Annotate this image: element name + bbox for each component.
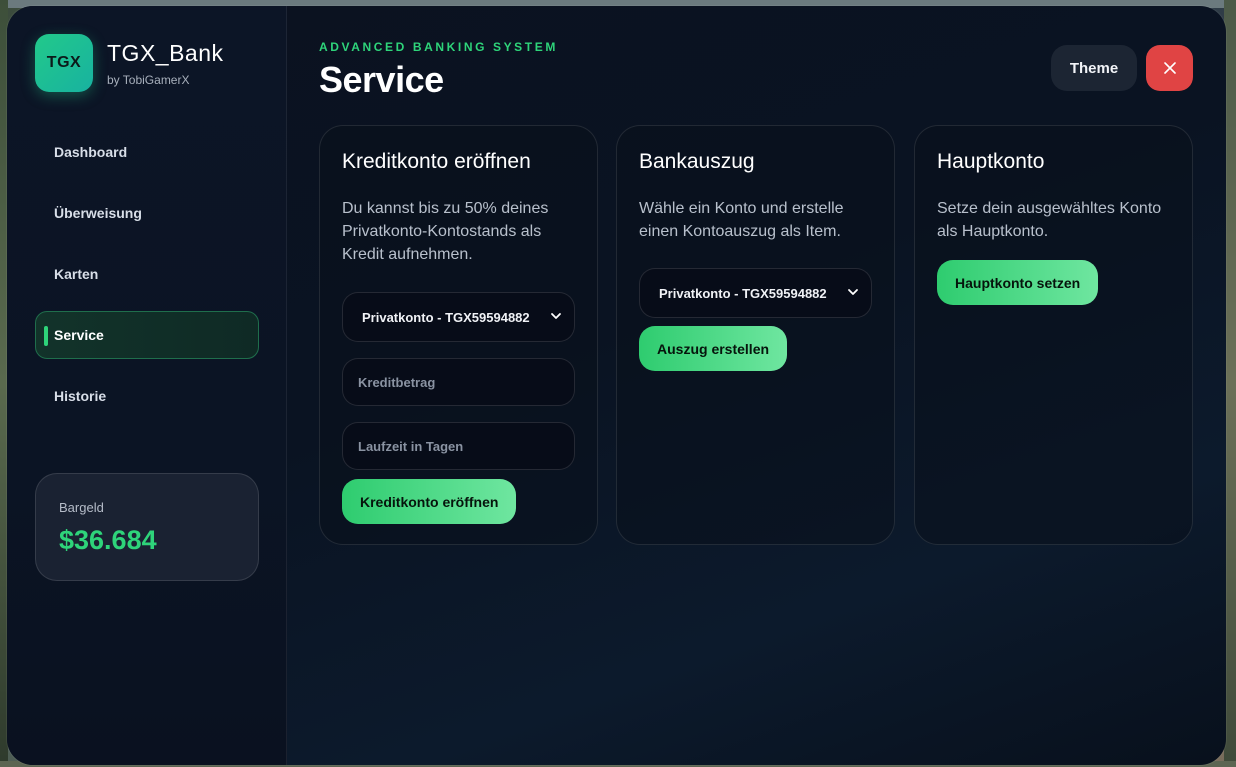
card-title: Kreditkonto eröffnen [342, 150, 531, 173]
sidebar: TGX TGX_Bank by TobiGamerX Dashboard Übe… [7, 6, 287, 765]
close-button[interactable] [1146, 45, 1193, 91]
create-statement-button[interactable]: Auszug erstellen [639, 326, 788, 371]
bank-statement-card: Bankauszug Wähle ein Konto und erstelle … [616, 125, 895, 545]
sidebar-item-historie[interactable]: Historie [35, 372, 259, 420]
sidebar-item-dashboard[interactable]: Dashboard [35, 128, 259, 176]
main-content: ADVANCED BANKING SYSTEM Service Theme Kr… [287, 6, 1226, 765]
credit-duration-input[interactable]: Laufzeit in Tagen [342, 422, 575, 470]
card-description: Setze dein ausgewähltes Konto als Hauptk… [937, 200, 1162, 240]
cash-value: $36.684 [59, 525, 157, 555]
sidebar-item-karten[interactable]: Karten [35, 250, 259, 298]
brand-title: TGX_Bank [107, 39, 224, 66]
cash-panel: Bargeld $36.684 [35, 473, 259, 581]
select-value: Privatkonto - TGX59594882 [362, 309, 530, 325]
chevron-down-icon [848, 289, 858, 295]
credit-amount-input[interactable]: Kreditbetrag [342, 358, 575, 406]
credit-account-select[interactable]: Privatkonto - TGX59594882 [342, 292, 575, 342]
bank-window: TGX TGX_Bank by TobiGamerX Dashboard Übe… [7, 6, 1226, 765]
main-account-card: Hauptkonto Setze dein ausgewähltes Konto… [914, 125, 1193, 545]
theme-button[interactable]: Theme [1051, 45, 1137, 91]
sidebar-item-label: Service [54, 327, 104, 343]
sidebar-item-ueberweisung[interactable]: Überweisung [35, 189, 259, 237]
chevron-down-icon [551, 313, 561, 319]
card-title: Hauptkonto [937, 150, 1045, 173]
brand-subtitle: by TobiGamerX [107, 72, 190, 87]
cash-label: Bargeld [59, 500, 104, 515]
sidebar-nav: Dashboard Überweisung Karten Service His… [35, 128, 259, 433]
sidebar-item-service[interactable]: Service [35, 311, 259, 359]
open-credit-account-button[interactable]: Kreditkonto eröffnen [342, 479, 517, 524]
brand: TGX TGX_Bank by TobiGamerX [35, 34, 224, 92]
set-main-account-button[interactable]: Hauptkonto setzen [937, 260, 1099, 305]
page-title: Service [319, 59, 444, 100]
page-eyebrow: ADVANCED BANKING SYSTEM [319, 40, 558, 54]
statement-account-select[interactable]: Privatkonto - TGX59594882 [639, 268, 872, 318]
active-indicator [44, 326, 48, 346]
card-description: Du kannst bis zu 50% deines Privatkonto-… [342, 200, 549, 263]
logo: TGX [35, 34, 93, 92]
close-icon [1163, 62, 1176, 74]
credit-account-card: Kreditkonto eröffnen Du kannst bis zu 50… [319, 125, 598, 545]
select-value: Privatkonto - TGX59594882 [659, 285, 827, 301]
card-description: Wähle ein Konto und erstelle einen Konto… [639, 200, 844, 240]
sidebar-item-label: Überweisung [54, 205, 142, 221]
sidebar-item-label: Dashboard [54, 144, 128, 160]
card-title: Bankauszug [639, 150, 755, 173]
sidebar-item-label: Karten [54, 266, 99, 282]
sidebar-item-label: Historie [54, 388, 107, 404]
